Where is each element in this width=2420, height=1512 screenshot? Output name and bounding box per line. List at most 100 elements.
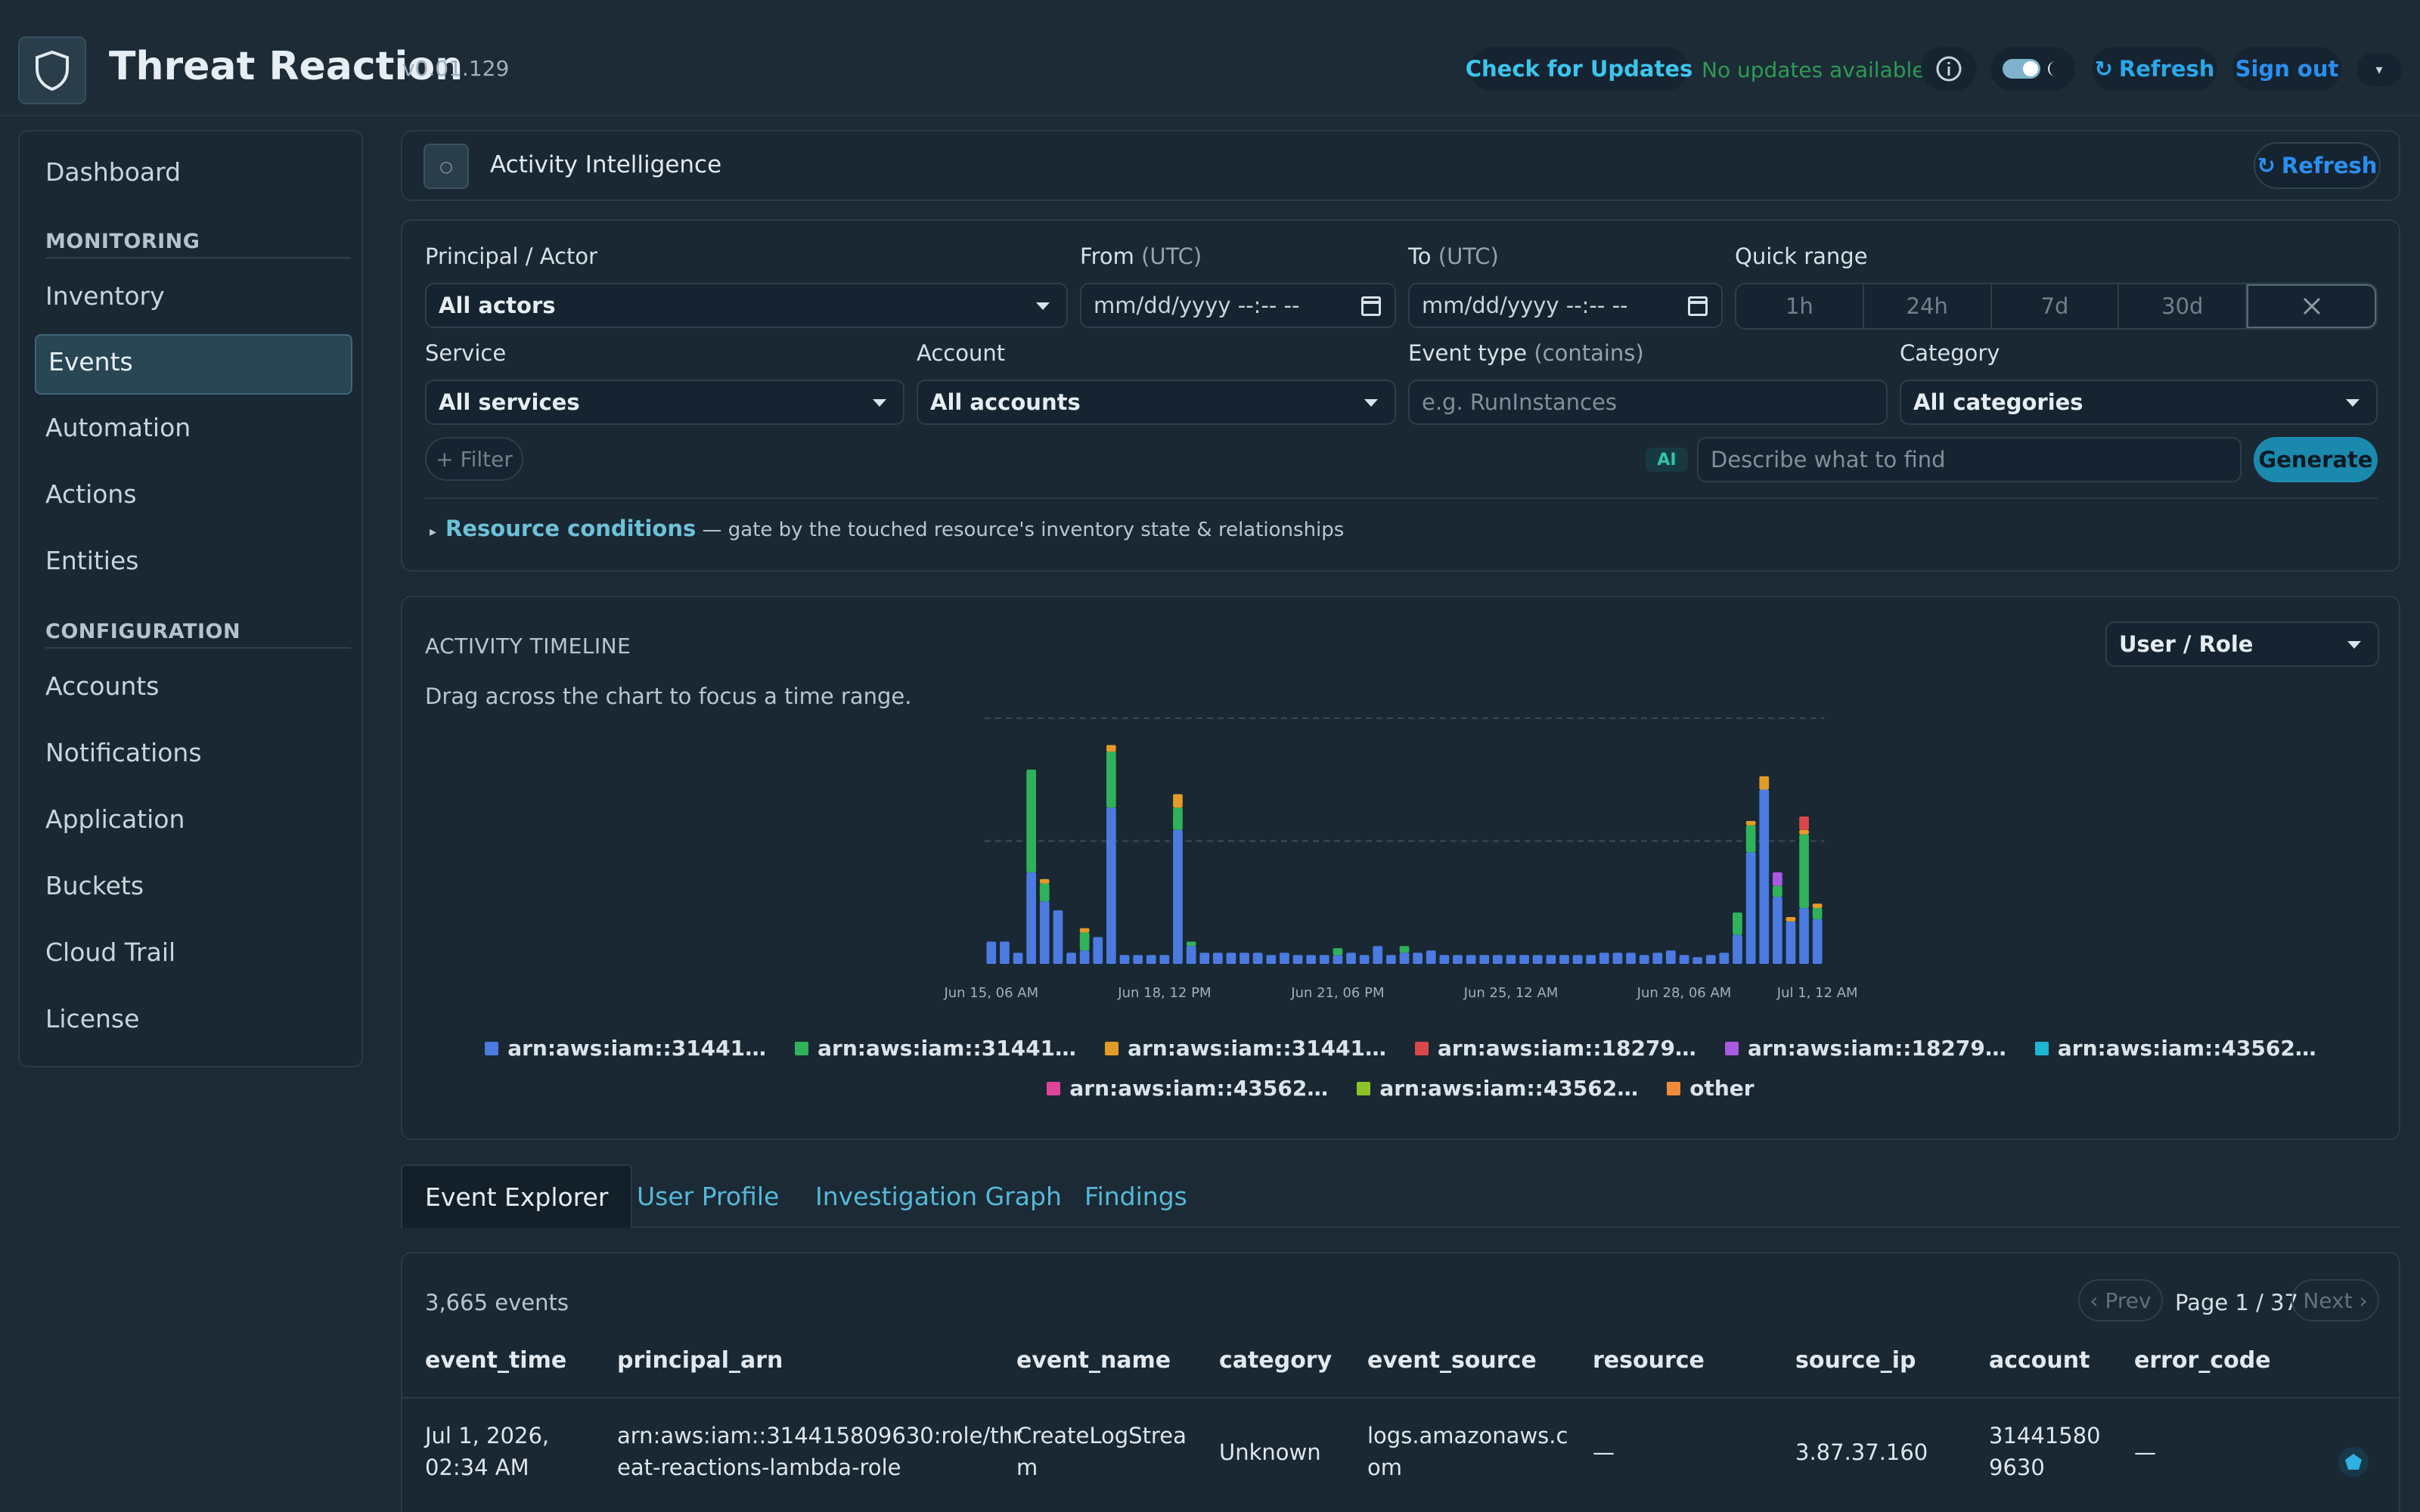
- resource-conditions-link[interactable]: Resource conditions: [445, 516, 696, 541]
- service-select[interactable]: All services: [425, 380, 904, 425]
- user-menu-button[interactable]: ▾: [2356, 53, 2402, 86]
- chart-bar-segment[interactable]: [1599, 953, 1609, 964]
- collapse-toggle[interactable]: ○: [424, 144, 469, 189]
- tab-investigation-graph[interactable]: Investigation Graph: [815, 1164, 1062, 1228]
- chart-bar-segment[interactable]: [1306, 955, 1316, 964]
- chart-bar-segment[interactable]: [1759, 789, 1770, 965]
- from-datetime-input[interactable]: mm/dd/yyyy --:-- --: [1080, 283, 1396, 328]
- legend-item[interactable]: arn:aws:iam::43562…: [2034, 1036, 2316, 1061]
- chart-bar-segment[interactable]: [1292, 955, 1303, 964]
- chart-bar-segment[interactable]: [1106, 751, 1116, 808]
- chart-bar-segment[interactable]: [1026, 770, 1036, 872]
- chart-bar-segment[interactable]: [1239, 953, 1249, 964]
- prev-page-button[interactable]: ‹ Prev: [2078, 1279, 2163, 1321]
- chart-bar-segment[interactable]: [1252, 953, 1263, 964]
- chart-bar-segment[interactable]: [1226, 953, 1236, 964]
- chart-bar-segment[interactable]: [1759, 776, 1770, 790]
- check-updates-button[interactable]: Check for Updates: [1466, 47, 1692, 91]
- clear-range-button[interactable]: [2247, 284, 2376, 328]
- chart-bar-segment[interactable]: [1039, 883, 1050, 902]
- chart-bar-segment[interactable]: [1079, 932, 1090, 951]
- chart-bar-segment[interactable]: [1745, 852, 1756, 964]
- chart-bar-segment[interactable]: [1679, 955, 1689, 964]
- theme-toggle[interactable]: [1990, 47, 2075, 91]
- chart-bar-segment[interactable]: [1093, 937, 1103, 965]
- sidebar-item-application[interactable]: Application: [45, 804, 185, 834]
- chart-bar-segment[interactable]: [1773, 885, 1782, 897]
- column-header-event-name[interactable]: event_name: [1016, 1347, 1171, 1374]
- chart-bar-segment[interactable]: [1705, 955, 1716, 964]
- chart-bar-segment[interactable]: [1319, 955, 1329, 964]
- group-by-select[interactable]: User / Role: [2105, 621, 2379, 667]
- chart-bar-segment[interactable]: [1386, 955, 1396, 964]
- chart-bar-segment[interactable]: [1106, 745, 1116, 752]
- chart-bar-segment[interactable]: [1799, 908, 1809, 964]
- sidebar-item-actions[interactable]: Actions: [45, 479, 137, 509]
- chart-bar-segment[interactable]: [1453, 955, 1463, 964]
- column-header-event-source[interactable]: event_source: [1367, 1347, 1537, 1374]
- chart-bar-segment[interactable]: [1053, 910, 1063, 964]
- chart-bar-segment[interactable]: [1173, 829, 1183, 964]
- chart-bar-segment[interactable]: [1373, 946, 1383, 964]
- column-header-category[interactable]: category: [1219, 1347, 1332, 1374]
- chart-bar-segment[interactable]: [1493, 955, 1503, 964]
- sidebar-item-notifications[interactable]: Notifications: [45, 738, 202, 767]
- sidebar-item-license[interactable]: License: [45, 1004, 139, 1033]
- chart-bar-segment[interactable]: [1186, 941, 1196, 947]
- activity-refresh-button[interactable]: ↻ Refresh: [2254, 142, 2381, 189]
- sidebar-item-accounts[interactable]: Accounts: [45, 671, 159, 701]
- legend-item[interactable]: arn:aws:iam::18279…: [1724, 1036, 2006, 1061]
- category-select[interactable]: All categories: [1900, 380, 2378, 425]
- tab-user-profile[interactable]: User Profile: [637, 1164, 779, 1228]
- chart-bar-segment[interactable]: [1119, 955, 1130, 964]
- add-filter-button[interactable]: + Filter: [425, 437, 523, 481]
- info-button[interactable]: [1921, 47, 1977, 91]
- chart-bar-segment[interactable]: [1399, 953, 1410, 964]
- chart-bar-segment[interactable]: [1079, 928, 1090, 933]
- chart-bar-segment[interactable]: [1666, 950, 1676, 964]
- chart-bar-segment[interactable]: [1173, 807, 1183, 830]
- chart-bar-segment[interactable]: [1133, 955, 1143, 964]
- legend-item[interactable]: arn:aws:iam::31441…: [795, 1036, 1076, 1061]
- legend-item[interactable]: arn:aws:iam::31441…: [1105, 1036, 1386, 1061]
- chart-bar-segment[interactable]: [1519, 955, 1529, 964]
- activity-chart[interactable]: Jun 15, 06 AM Jun 18, 12 PM Jun 21, 06 PM J…: [917, 711, 1885, 1021]
- legend-item[interactable]: other: [1667, 1076, 1754, 1101]
- column-header-resource[interactable]: resource: [1593, 1347, 1705, 1374]
- chart-bar-segment[interactable]: [1146, 955, 1156, 964]
- chart-bar-segment[interactable]: [1439, 955, 1450, 964]
- sidebar-item-dashboard[interactable]: Dashboard: [45, 157, 181, 187]
- chart-bar-segment[interactable]: [1612, 953, 1623, 964]
- chart-bar-segment[interactable]: [1799, 816, 1809, 830]
- chart-bar-segment[interactable]: [1773, 872, 1782, 886]
- to-datetime-input[interactable]: mm/dd/yyyy --:-- --: [1408, 283, 1723, 328]
- chart-bar-segment[interactable]: [1812, 908, 1823, 919]
- chart-bar-segment[interactable]: [1506, 955, 1516, 964]
- chart-bar-segment[interactable]: [1413, 953, 1423, 964]
- calendar-icon[interactable]: [1688, 296, 1708, 316]
- chart-bar-segment[interactable]: [1572, 955, 1583, 964]
- chart-bar-segment[interactable]: [1426, 950, 1436, 964]
- chart-bar-segment[interactable]: [1159, 955, 1170, 964]
- chart-bar-segment[interactable]: [1773, 897, 1782, 964]
- sidebar-item-events[interactable]: Events: [48, 347, 133, 376]
- column-header-event-time[interactable]: event_time: [425, 1347, 566, 1374]
- event-type-input[interactable]: e.g. RunInstances: [1408, 380, 1888, 425]
- column-header-error-code[interactable]: error_code: [2134, 1347, 2271, 1374]
- generate-button[interactable]: Generate: [2254, 437, 2378, 482]
- chart-bar-segment[interactable]: [1466, 955, 1476, 964]
- sign-out-button[interactable]: Sign out: [2232, 47, 2341, 91]
- chart-bar-segment[interactable]: [1786, 917, 1796, 922]
- chart-bar-segment[interactable]: [1559, 955, 1569, 964]
- column-header-source-ip[interactable]: source_ip: [1795, 1347, 1916, 1374]
- chart-bar-segment[interactable]: [1652, 953, 1663, 964]
- chart-bar-segment[interactable]: [1399, 946, 1410, 953]
- quick-range-7d[interactable]: 7d: [1992, 284, 2120, 328]
- calendar-icon[interactable]: [1361, 296, 1381, 316]
- chart-bar-segment[interactable]: [1173, 794, 1183, 808]
- quick-range-30d[interactable]: 30d: [2119, 284, 2248, 328]
- chart-bar-segment[interactable]: [1745, 825, 1756, 853]
- chart-bar-segment[interactable]: [1013, 953, 1023, 964]
- header-refresh-button[interactable]: ↻ Refresh: [2092, 47, 2217, 91]
- chart-bar-segment[interactable]: [1546, 955, 1556, 964]
